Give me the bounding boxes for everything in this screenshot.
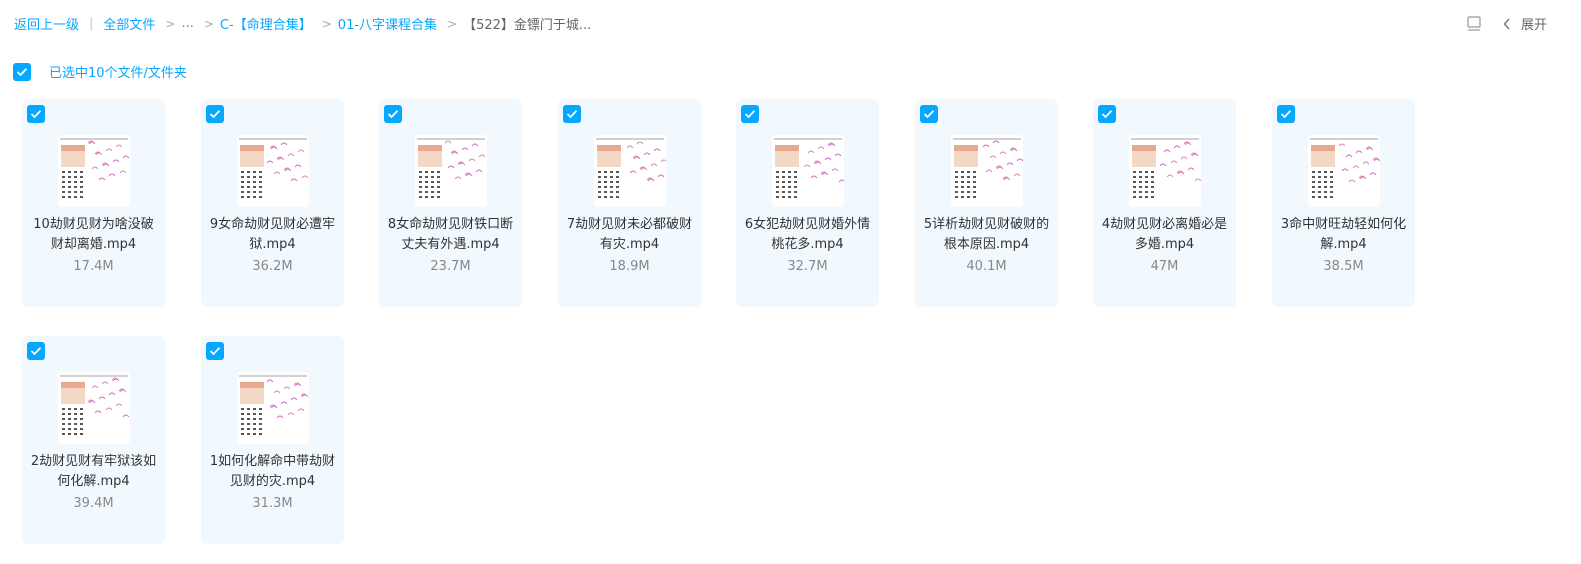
file-checkbox[interactable] [741,105,759,123]
expand-button[interactable]: 展开 [1503,14,1547,33]
breadcrumb-separator-icon: > [165,16,176,31]
select-all-row: 已选中10个文件/文件夹 [13,62,187,81]
check-icon [30,347,42,356]
check-icon [566,110,578,119]
panel-icon[interactable] [1467,15,1481,32]
file-checkbox[interactable] [563,105,581,123]
select-all-checkbox[interactable] [13,62,31,81]
file-size: 17.4M [73,259,114,274]
file-size: 18.9M [609,259,650,274]
check-icon [923,110,935,119]
file-size: 23.7M [430,259,471,274]
file-card[interactable]: 4劫财见财必离婚必是多婚.mp4 47M [1093,99,1236,307]
file-name[interactable]: 6女犯劫财见财婚外情桃花多.mp4 [742,215,873,255]
check-icon [387,110,399,119]
file-card[interactable]: 1如何化解命中带劫财见财的灾.mp4 31.3M [201,336,344,544]
check-icon [744,110,756,119]
file-name[interactable]: 4劫财见财必离婚必是多婚.mp4 [1099,215,1230,255]
file-name[interactable]: 1如何化解命中带劫财见财的灾.mp4 [207,452,338,492]
file-card[interactable]: 8女命劫财见财铁口断丈夫有外遇.mp4 23.7M [379,99,522,307]
top-right-tools: 展开 [1467,14,1547,33]
breadcrumb-level1[interactable]: C-【命理合集】 [220,14,312,33]
file-card[interactable]: 9女命劫财见财必遭牢狱.mp4 36.2M [201,99,344,307]
video-thumbnail[interactable] [58,135,130,207]
video-thumbnail[interactable] [951,135,1023,207]
file-card[interactable]: 7劫财见财未必都破财有灾.mp4 18.9M [558,99,701,307]
video-thumbnail[interactable] [237,372,309,444]
video-thumbnail[interactable] [1308,135,1380,207]
file-name[interactable]: 9女命劫财见财必遭牢狱.mp4 [207,215,338,255]
selection-count: 已选中10个文件/文件夹 [49,66,187,81]
file-name[interactable]: 3命中财旺劫轻如何化解.mp4 [1278,215,1409,255]
file-card[interactable]: 6女犯劫财见财婚外情桃花多.mp4 32.7M [736,99,879,307]
video-thumbnail[interactable] [594,135,666,207]
breadcrumb-current: 【522】金镖门于城... [463,18,592,33]
breadcrumb-level2[interactable]: 01-八字课程合集 [338,14,437,33]
file-checkbox[interactable] [206,342,224,360]
file-checkbox[interactable] [27,105,45,123]
file-size: 36.2M [252,259,293,274]
breadcrumb: 返回上一级 | 全部文件 > ... > C-【命理合集】 > 01-八字课程合… [14,14,591,33]
file-size: 38.5M [1323,259,1364,274]
video-thumbnail[interactable] [58,372,130,444]
top-bar: 返回上一级 | 全部文件 > ... > C-【命理合集】 > 01-八字课程合… [0,0,1581,46]
file-card[interactable]: 2劫财见财有牢狱该如何化解.mp4 39.4M [22,336,165,544]
check-icon [209,347,221,356]
breadcrumb-separator-icon: > [203,16,214,31]
file-size: 32.7M [787,259,828,274]
check-icon [30,110,42,119]
file-checkbox[interactable] [206,105,224,123]
check-icon [16,67,28,76]
back-link[interactable]: 返回上一级 [14,14,79,33]
file-name[interactable]: 8女命劫财见财铁口断丈夫有外遇.mp4 [385,215,516,255]
file-checkbox[interactable] [1098,105,1116,123]
file-name[interactable]: 10劫财见财为啥没破财却离婚.mp4 [28,215,159,255]
breadcrumb-ellipsis[interactable]: ... [181,16,193,31]
file-checkbox[interactable] [1277,105,1295,123]
chevron-left-icon [1503,18,1511,30]
check-icon [209,110,221,119]
file-size: 47M [1150,259,1179,274]
breadcrumb-separator-icon: > [321,16,332,31]
file-size: 31.3M [252,496,293,511]
video-thumbnail[interactable] [415,135,487,207]
file-name[interactable]: 5详析劫财见财破财的根本原因.mp4 [921,215,1052,255]
file-size: 39.4M [73,496,114,511]
breadcrumb-all-files[interactable]: 全部文件 [103,14,155,33]
check-icon [1280,110,1292,119]
file-card[interactable]: 10劫财见财为啥没破财却离婚.mp4 17.4M [22,99,165,307]
file-checkbox[interactable] [920,105,938,123]
file-size: 40.1M [966,259,1007,274]
file-card[interactable]: 3命中财旺劫轻如何化解.mp4 38.5M [1272,99,1415,307]
file-name[interactable]: 7劫财见财未必都破财有灾.mp4 [564,215,695,255]
file-checkbox[interactable] [27,342,45,360]
file-card[interactable]: 5详析劫财见财破财的根本原因.mp4 40.1M [915,99,1058,307]
breadcrumb-separator-icon: > [447,16,458,31]
check-icon [1101,110,1113,119]
file-name[interactable]: 2劫财见财有牢狱该如何化解.mp4 [28,452,159,492]
breadcrumb-divider: | [89,16,94,31]
expand-label: 展开 [1520,18,1547,33]
file-checkbox[interactable] [384,105,402,123]
video-thumbnail[interactable] [237,135,309,207]
video-thumbnail[interactable] [772,135,844,207]
video-thumbnail[interactable] [1129,135,1201,207]
